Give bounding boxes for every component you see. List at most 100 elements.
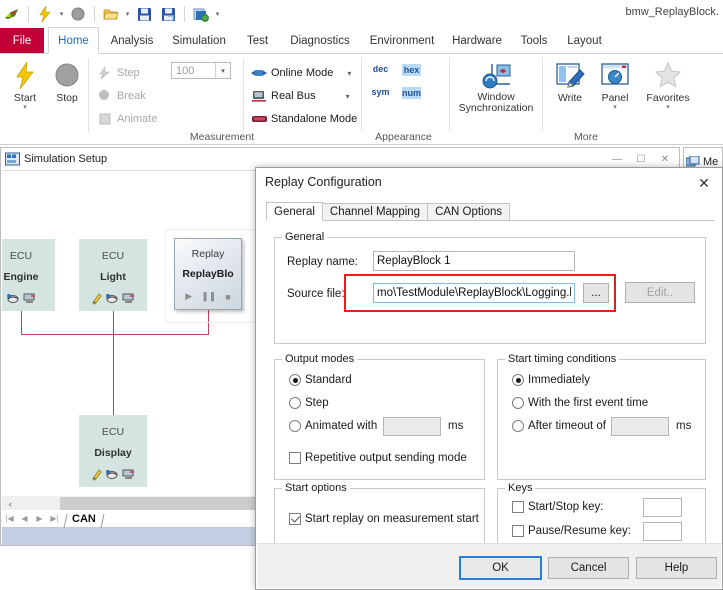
node-config-icon[interactable] [122,468,135,481]
nav-next-icon[interactable]: ▶ [32,512,47,525]
output-mode-animated-radio[interactable]: Animated with [289,420,377,432]
node-ecu-light[interactable]: ECU Light [79,239,147,311]
standalone-mode-button[interactable]: Standalone Mode [250,109,357,129]
pause-resume-key-input[interactable] [643,522,682,541]
step-value-dropdown-caret[interactable]: ▾ [215,63,230,78]
animated-interval-input[interactable] [383,417,441,436]
save-as-icon[interactable] [158,4,178,24]
output-mode-standard-radio[interactable]: Standard [289,374,352,386]
open-file-icon[interactable] [101,4,121,24]
appearance-hex-toggle[interactable]: hex [402,64,421,76]
real-bus-button[interactable]: Real Bus ▾ [250,86,350,106]
tab-environment[interactable]: Environment [360,28,444,54]
node-replay-label: ReplayBlo [182,268,234,280]
bus-line [21,334,209,335]
online-mode-button[interactable]: Online Mode ▾ [250,63,351,83]
window-sync-label-line2: Synchronization [458,102,534,114]
start-measurement-icon[interactable] [35,4,55,24]
node-config-icon[interactable] [23,292,36,305]
start-dropdown-caret[interactable]: ▾ [57,10,66,18]
simulation-setup-icon [5,152,20,166]
tab-simulation[interactable]: Simulation [163,28,235,54]
break-button[interactable]: Break [96,86,146,106]
animate-label: Animate [117,113,158,125]
tab-tools[interactable]: Tools [510,28,558,54]
capl-icon[interactable] [106,292,119,305]
stop-button[interactable]: Stop [44,58,90,104]
repetitive-output-label: Repetitive output sending mode [305,452,467,464]
real-bus-caret[interactable]: ▾ [346,92,350,101]
nav-last-icon[interactable]: ▶| [47,512,62,525]
node-ecu-display[interactable]: ECU Display [79,415,147,487]
online-mode-caret[interactable]: ▾ [347,69,351,78]
start-timeout-input[interactable] [611,417,669,436]
panel-dropdown-caret[interactable]: ▾ [592,104,638,112]
tab-file[interactable]: File [0,28,44,54]
start-timing-legend: Start timing conditions [508,353,617,365]
start-replay-on-measurement-checkbox[interactable]: Start replay on measurement start [289,513,479,525]
tab-layout[interactable]: Layout [558,28,611,54]
animate-button[interactable]: Animate [96,109,157,129]
capl-icon[interactable] [106,468,119,481]
start-timing-group: Start timing conditions [497,353,706,480]
replay-stop-icon[interactable]: ■ [225,292,230,302]
pencil-icon[interactable] [91,292,103,305]
ok-button[interactable]: OK [459,556,542,580]
tab-diagnostics[interactable]: Diagnostics [280,28,360,54]
save-icon[interactable] [134,4,154,24]
maximize-icon[interactable]: ☐ [629,150,653,168]
tab-home[interactable]: Home [48,27,99,54]
node-replay-block[interactable]: Replay ReplayBlo ▶ ❚❚ ■ [174,238,242,310]
tab-test[interactable]: Test [235,28,280,54]
start-dropdown-caret-ribbon[interactable]: ▾ [2,104,48,112]
minimize-icon[interactable]: — [605,150,629,168]
stop-measurement-icon[interactable] [68,4,88,24]
write-button-label: Write [557,92,583,104]
tab-hardware[interactable]: Hardware [444,28,510,54]
start-stop-key-checkbox[interactable]: Start/Stop key: [512,501,603,513]
close-icon[interactable]: ✕ [653,150,677,168]
favorites-button[interactable]: Favorites ▾ [640,58,696,112]
start-timing-first-event-radio[interactable]: With the first event time [512,397,648,409]
start-stop-key-input[interactable] [643,498,682,517]
write-button[interactable]: Write [547,58,593,104]
step-button[interactable]: Step [96,63,140,83]
nav-prev-icon[interactable]: ◀ [17,512,32,525]
start-timing-timeout-radio[interactable]: After timeout of [512,420,606,432]
tab-analysis[interactable]: Analysis [101,28,163,54]
nav-first-icon[interactable]: |◀ [2,512,17,525]
replay-pause-icon[interactable]: ❚❚ [201,291,216,302]
output-mode-step-radio[interactable]: Step [289,397,329,409]
replay-name-input[interactable] [373,251,575,271]
window-synchronization-button[interactable]: Window Synchronization [456,58,536,114]
start-timing-immediately-radio[interactable]: Immediately [512,374,590,386]
customize-qat-caret[interactable]: ▾ [213,10,222,18]
dialog-tab-can-options[interactable]: CAN Options [427,203,511,221]
panel-button[interactable]: Panel ▾ [592,58,638,112]
node-display-label: Display [94,447,132,459]
bus-tab-can[interactable]: CAN [66,513,102,525]
capl-icon[interactable] [6,292,20,305]
dialog-tab-general[interactable]: General [266,202,323,221]
save-all-icon[interactable] [191,4,211,24]
dialog-tab-channel-mapping[interactable]: Channel Mapping [321,203,429,221]
node-config-icon[interactable] [122,292,135,305]
dialog-close-icon[interactable]: ✕ [690,173,718,193]
step-value-spinner[interactable]: 100 ▾ [171,62,231,79]
repetitive-output-checkbox[interactable]: Repetitive output sending mode [289,452,467,464]
cancel-button[interactable]: Cancel [548,557,629,579]
pencil-icon[interactable] [91,468,103,481]
appearance-dec-toggle[interactable]: dec [371,64,390,74]
replay-play-icon[interactable]: ▶ [185,291,192,302]
appearance-sym-toggle[interactable]: sym [371,87,390,97]
favorites-dropdown-caret[interactable]: ▾ [640,104,696,112]
node-ecu-engine[interactable]: ECU Engine [2,239,55,311]
source-file-edit-button[interactable]: Edit.. [625,282,695,303]
simulation-setup-title: Simulation Setup [24,153,108,165]
appearance-num-toggle[interactable]: num [402,87,421,99]
open-dropdown-caret[interactable]: ▾ [123,10,132,18]
start-button[interactable]: Start ▾ [2,58,48,112]
help-button[interactable]: Help [636,557,717,579]
scroll-left-icon[interactable]: ‹ [2,499,19,509]
pause-resume-key-checkbox[interactable]: Pause/Resume key: [512,525,631,537]
